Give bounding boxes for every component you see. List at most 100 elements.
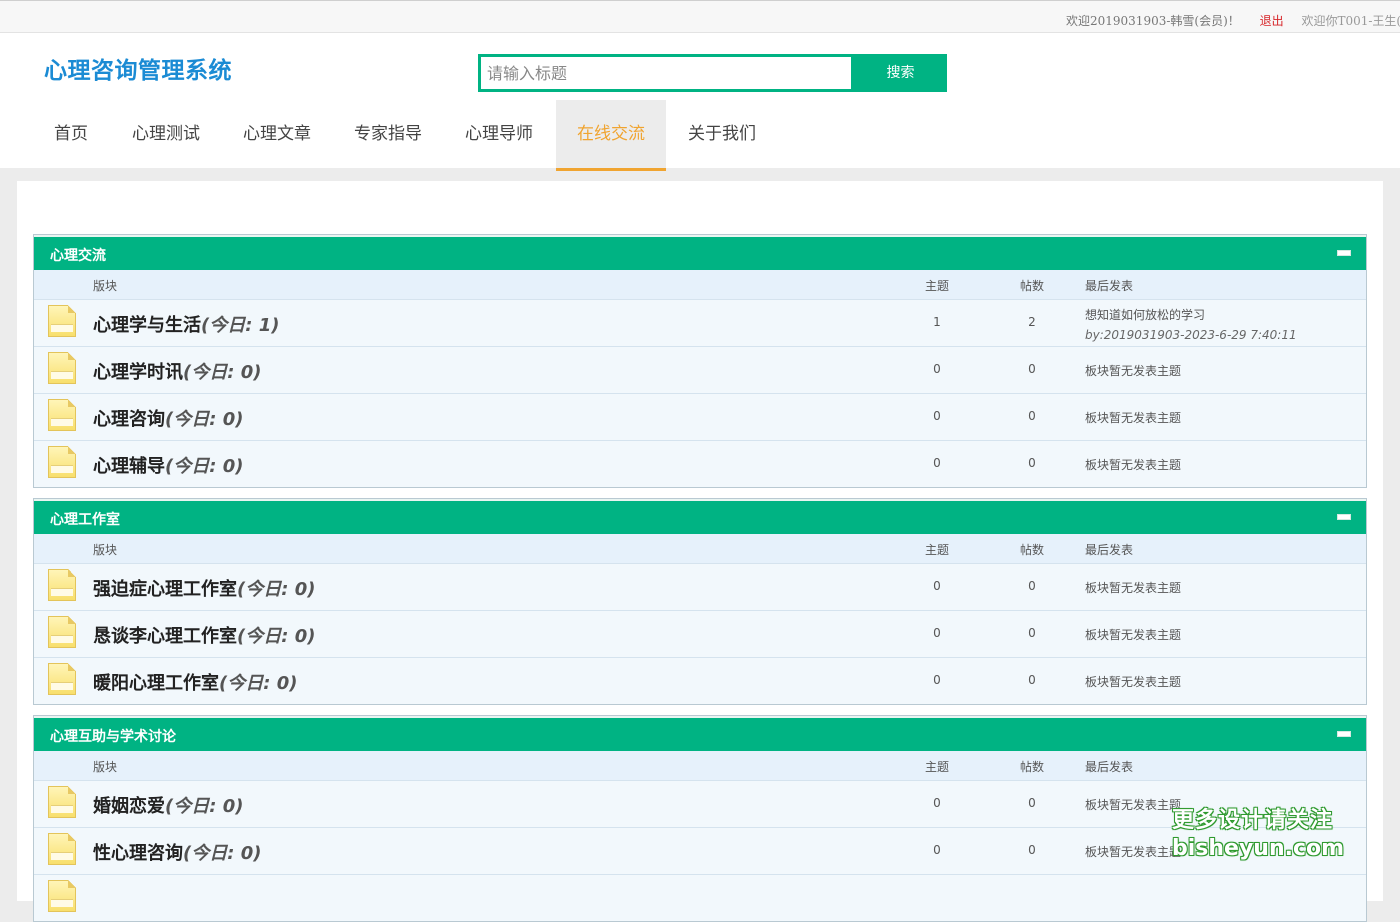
last-post[interactable]: 想知道如何放松的学习 by:2019031903-2023-6-29 7:40:1… (1085, 305, 1297, 345)
post-count: 0 (1028, 362, 1036, 376)
last-post-title[interactable]: 想知道如何放松的学习 (1085, 305, 1297, 325)
nav-item-expert-guidance[interactable]: 专家指导 (347, 100, 429, 168)
forum-row[interactable]: 恳谈李心理工作室(今日: 0) 0 0 板块暂无发表主题 (34, 611, 1366, 658)
last-post: 板块暂无发表主题 (1085, 628, 1182, 642)
last-post: 板块暂无发表主题 (1085, 798, 1182, 812)
section-title: 心理工作室 (50, 512, 120, 528)
topic-count: 0 (933, 362, 941, 376)
section-header: 心理工作室 (34, 499, 1366, 534)
column-header-row: 版块 主题 帖数 最后发表 (34, 534, 1366, 564)
col-topics: 主题 (925, 760, 950, 774)
last-post-author: by:2019031903-2023-6-29 7:40:11 (1085, 328, 1297, 342)
forum-section: 心理互助与学术讨论 版块 主题 帖数 最后发表 婚姻恋爱(今日: 0) 0 0 … (33, 715, 1367, 922)
topic-count: 0 (933, 626, 941, 640)
column-header-row: 版块 主题 帖数 最后发表 (34, 751, 1366, 781)
today-count: (今日: 0) (165, 409, 244, 430)
search-bar: 搜索 (478, 54, 947, 92)
folder-icon (48, 352, 76, 384)
folder-icon (48, 833, 76, 865)
forum-name[interactable]: 心理辅导(今日: 0) (93, 452, 243, 478)
nav-item-about[interactable]: 关于我们 (681, 100, 763, 168)
collapse-icon[interactable] (1337, 731, 1351, 737)
forum-section: 心理工作室 版块 主题 帖数 最后发表 强迫症心理工作室(今日: 0) 0 0 … (33, 498, 1367, 705)
forum-section: 心理交流 版块 主题 帖数 最后发表 心理学与生活(今日: 1) 1 2 想知道… (33, 234, 1367, 488)
col-board: 版块 (93, 543, 118, 557)
col-board: 版块 (93, 760, 118, 774)
topic-count: 0 (933, 673, 941, 687)
today-count: (今日: 0) (183, 843, 262, 864)
section-header: 心理互助与学术讨论 (34, 716, 1366, 751)
today-count: (今日: 0) (219, 673, 298, 694)
folder-icon (48, 880, 76, 912)
col-board: 版块 (93, 279, 118, 293)
folder-icon (48, 446, 76, 478)
nav-item-mentors[interactable]: 心理导师 (458, 100, 540, 168)
section-header: 心理交流 (34, 235, 1366, 270)
last-post: 板块暂无发表主题 (1085, 675, 1182, 689)
main-content: 心理交流 版块 主题 帖数 最后发表 心理学与生活(今日: 1) 1 2 想知道… (17, 181, 1383, 922)
last-post: 板块暂无发表主题 (1085, 364, 1182, 378)
topic-count: 1 (933, 315, 941, 329)
folder-icon (48, 569, 76, 601)
forum-name[interactable]: 恳谈李心理工作室(今日: 0) (93, 622, 315, 648)
forum-row[interactable]: 性心理咨询(今日: 0) 0 0 板块暂无发表主题 (34, 828, 1366, 875)
col-topics: 主题 (925, 543, 950, 557)
nav-item-articles[interactable]: 心理文章 (236, 100, 318, 168)
forum-row[interactable]: 心理学时讯(今日: 0) 0 0 板块暂无发表主题 (34, 347, 1366, 394)
logout-link[interactable]: 退出 (1260, 12, 1284, 29)
collapse-icon[interactable] (1337, 514, 1351, 520)
col-posts: 帖数 (1020, 760, 1045, 774)
col-posts: 帖数 (1020, 543, 1045, 557)
forum-name[interactable]: 婚姻恋爱(今日: 0) (93, 792, 243, 818)
nav-item-online-forum[interactable]: 在线交流 (556, 100, 666, 171)
top-status-bar: 欢迎2019031903-韩雪(会员)！ 退出 欢迎你T001-王生(咨 (0, 0, 1400, 33)
forum-name[interactable]: 心理学时讯(今日: 0) (93, 358, 261, 384)
forum-name[interactable]: 心理咨询(今日: 0) (93, 405, 243, 431)
search-input[interactable] (481, 57, 851, 89)
site-header: 心理咨询管理系统 搜索 首页 心理测试 心理文章 专家指导 心理导师 在线交流 … (0, 33, 1400, 171)
section-title: 心理互助与学术讨论 (50, 729, 176, 745)
nav-item-home[interactable]: 首页 (33, 100, 109, 168)
today-count: (今日: 0) (237, 626, 316, 647)
topic-count: 0 (933, 456, 941, 470)
forum-row[interactable]: 心理咨询(今日: 0) 0 0 板块暂无发表主题 (34, 394, 1366, 441)
column-header-row: 版块 主题 帖数 最后发表 (34, 270, 1366, 300)
forum-row[interactable]: 婚姻恋爱(今日: 0) 0 0 板块暂无发表主题 (34, 781, 1366, 828)
folder-icon (48, 305, 76, 337)
forum-row[interactable]: 强迫症心理工作室(今日: 0) 0 0 板块暂无发表主题 (34, 564, 1366, 611)
collapse-icon[interactable] (1337, 250, 1351, 256)
post-count: 0 (1028, 456, 1036, 470)
topic-count: 0 (933, 843, 941, 857)
site-logo[interactable]: 心理咨询管理系统 (44, 51, 232, 85)
forum-name[interactable]: 暖阳心理工作室(今日: 0) (93, 669, 297, 695)
today-count: (今日: 0) (237, 579, 316, 600)
nav-item-psych-test[interactable]: 心理测试 (125, 100, 207, 168)
post-count: 0 (1028, 796, 1036, 810)
forum-row[interactable] (34, 875, 1366, 921)
forum-name[interactable]: 心理学与生活(今日: 1) (93, 311, 279, 337)
col-last-post: 最后发表 (1085, 760, 1134, 774)
today-count: (今日: 0) (165, 456, 244, 477)
post-count: 0 (1028, 673, 1036, 687)
today-count: (今日: 1) (201, 315, 280, 336)
section-title: 心理交流 (50, 248, 106, 264)
folder-icon (48, 663, 76, 695)
forum-name[interactable]: 性心理咨询(今日: 0) (93, 839, 261, 865)
last-post: 板块暂无发表主题 (1085, 845, 1182, 859)
post-count: 2 (1028, 315, 1036, 329)
folder-icon (48, 399, 76, 431)
folder-icon (48, 786, 76, 818)
watermark-line1: 更多设计请关注 (1172, 808, 1334, 833)
col-last-post: 最后发表 (1085, 279, 1134, 293)
welcome-counselor-text: 欢迎你T001-王生(咨 (1301, 14, 1400, 28)
last-post: 板块暂无发表主题 (1085, 411, 1182, 425)
col-posts: 帖数 (1020, 279, 1045, 293)
search-button[interactable]: 搜索 (854, 54, 947, 92)
today-count: (今日: 0) (183, 362, 262, 383)
forum-row[interactable]: 心理辅导(今日: 0) 0 0 板块暂无发表主题 (34, 441, 1366, 487)
col-last-post: 最后发表 (1085, 543, 1134, 557)
forum-row[interactable]: 暖阳心理工作室(今日: 0) 0 0 板块暂无发表主题 (34, 658, 1366, 704)
forum-name[interactable]: 强迫症心理工作室(今日: 0) (93, 575, 315, 601)
forum-row[interactable]: 心理学与生活(今日: 1) 1 2 想知道如何放松的学习 by:201903190… (34, 300, 1366, 347)
post-count: 0 (1028, 579, 1036, 593)
